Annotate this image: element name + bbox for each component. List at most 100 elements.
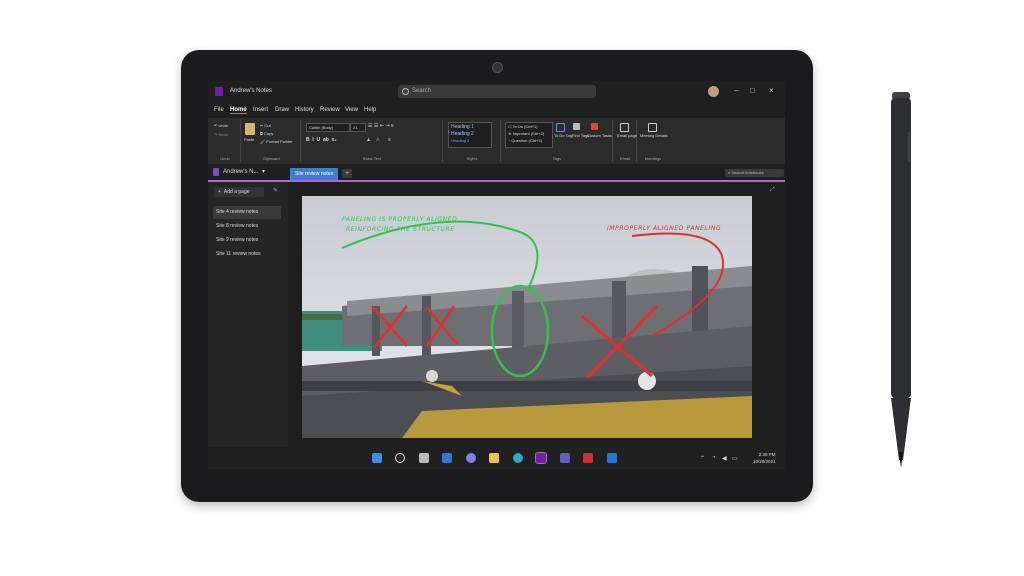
search-icon[interactable]	[395, 453, 405, 463]
meetings-group: Meeting Details Meetings	[638, 120, 668, 162]
tag-todo[interactable]: ☐ To Do (Ctrl+1)	[508, 124, 538, 129]
undo-button[interactable]: ↶ Undo	[214, 123, 228, 128]
undo-group: ↶ Undo ↷ Redo Undo	[210, 120, 241, 162]
minimize-icon[interactable]: –	[734, 87, 738, 95]
onenote-app-icon	[215, 87, 223, 96]
page-item-site-11[interactable]: Site 11 review notes	[213, 248, 281, 261]
styles-group-label: Styles	[466, 156, 478, 161]
task-view-icon[interactable]	[419, 453, 429, 463]
undo-group-label: Undo	[220, 156, 230, 161]
teams-icon[interactable]	[560, 453, 570, 463]
microsoft-store-icon[interactable]	[607, 453, 617, 463]
styles-group: Heading 1 Heading 2 Heading 3 Styles	[444, 120, 501, 162]
file-explorer-icon[interactable]	[489, 453, 499, 463]
heading-1-style[interactable]: Heading 1	[451, 124, 474, 130]
surface-pen	[891, 92, 911, 468]
menu-help[interactable]: Help	[364, 107, 376, 113]
expand-icon[interactable]: ⤢	[770, 187, 775, 194]
onenote-icon[interactable]	[535, 452, 547, 464]
meeting-details-label[interactable]: Meeting Details	[640, 133, 668, 138]
acrobat-icon[interactable]	[583, 453, 593, 463]
list-icons[interactable]: ☰ ☰ ⇤ ⇥ ≡	[368, 123, 394, 129]
font-color-icon[interactable]: A	[376, 137, 379, 143]
heading-2-style[interactable]: Heading 2	[451, 131, 474, 137]
todo-tag-icon[interactable]	[556, 123, 565, 132]
menu-bar: File Home Insert Draw History Review Vie…	[208, 104, 785, 116]
annotation-aligned-line2: reinforcing the structure	[346, 226, 455, 233]
calendar-icon[interactable]	[648, 123, 657, 132]
menu-review[interactable]: Review	[320, 107, 340, 113]
notebook-tab-row: Andrew's N... ▾ Site review notes + ⌕ Se…	[208, 165, 785, 182]
menu-insert[interactable]: Insert	[253, 107, 268, 113]
menu-view[interactable]: View	[345, 107, 358, 113]
basic-text-group: Calibri (Body) 21 ☰ ☰ ⇤ ⇥ ≡ B I U ab x₂ …	[302, 120, 443, 162]
format-painter-button[interactable]: 🖌 Format Painter	[260, 139, 293, 144]
add-section-button[interactable]: +	[342, 169, 352, 178]
email-group: Email page Email	[614, 120, 637, 162]
cut-button[interactable]: ✂ Cut	[260, 123, 271, 128]
tag-todo-label: To Do (Ctrl+1)	[512, 124, 538, 129]
meetings-group-label: Meetings	[644, 156, 662, 161]
tags-group: ☐ To Do (Ctrl+1) ★ Important (Ctrl+2) ? …	[502, 120, 613, 162]
screen: Andrew's Notes Search – □ × File Home In…	[208, 81, 785, 469]
tag-question[interactable]: ? Question (Ctrl+3)	[508, 138, 542, 143]
close-icon[interactable]: ×	[769, 87, 774, 95]
note-canvas[interactable]: ⤢ PANELING IS PROPERLY ALIGNED, REINFORC…	[288, 182, 785, 447]
flag-icon[interactable]	[591, 123, 598, 130]
ribbon: ↶ Undo ↷ Redo Undo Paste ✂ Cut ⧉ Copy 🖌 …	[208, 118, 785, 164]
copy-label: Copy	[263, 131, 274, 136]
battery-icon[interactable]: ▭	[732, 455, 738, 462]
page-item-site-4[interactable]: Site 4 review notes	[213, 206, 281, 219]
windows-start-icon[interactable]	[372, 453, 382, 463]
copy-button[interactable]: ⧉ Copy	[260, 131, 273, 136]
todo-tag-label[interactable]: To Do Tag	[554, 133, 572, 138]
paste-label[interactable]: Paste	[244, 137, 254, 142]
menu-file[interactable]: File	[214, 107, 224, 113]
page-item-site-8[interactable]: Site 8 review notes	[213, 220, 281, 233]
notebook-name[interactable]: Andrew's N...	[223, 169, 259, 175]
tab-site-review-notes[interactable]: Site review notes	[290, 168, 339, 180]
search-notebooks-label: Search notebooks	[731, 170, 764, 175]
menu-draw[interactable]: Draw	[275, 107, 289, 113]
maximize-icon[interactable]: □	[750, 87, 755, 95]
email-icon[interactable]	[620, 123, 629, 132]
add-page-button[interactable]: + Add a page	[214, 187, 264, 197]
volume-icon[interactable]: ◀	[722, 455, 727, 462]
tags-gallery[interactable]: ☐ To Do (Ctrl+1) ★ Important (Ctrl+2) ? …	[505, 122, 553, 148]
format-painter-label: Format Painter	[266, 139, 293, 144]
redo-button[interactable]: ↷ Redo	[214, 132, 228, 137]
edge-icon[interactable]	[513, 453, 523, 463]
chevron-up-icon[interactable]: ⌃	[700, 455, 705, 462]
font-size-select[interactable]: 21	[350, 123, 366, 132]
styles-gallery[interactable]: Heading 1 Heading 2 Heading 3	[448, 122, 492, 148]
annotation-misaligned: Improperly aligned paneling	[607, 225, 722, 232]
title-bar: Andrew's Notes Search – □ ×	[208, 81, 785, 103]
chat-icon[interactable]	[466, 453, 476, 463]
tablet-device: Andrew's Notes Search – □ × File Home In…	[181, 50, 813, 502]
align-icon[interactable]: ≡	[388, 137, 391, 143]
format-icons[interactable]: B I U ab x₂	[306, 137, 337, 143]
avatar[interactable]	[708, 86, 719, 97]
chevron-down-icon[interactable]: ▾	[262, 168, 265, 175]
clock[interactable]: 2:30 PM 10/20/2021	[753, 451, 776, 465]
annotation-aligned-line1: Paneling is properly aligned,	[342, 216, 460, 223]
sort-icon[interactable]: ✎	[273, 188, 279, 194]
search-icon	[402, 88, 409, 95]
wifi-icon[interactable]: ◔	[712, 455, 716, 461]
find-tags-icon[interactable]	[573, 123, 580, 130]
font-name-select[interactable]: Calibri (Body)	[306, 123, 350, 132]
highlight-icon[interactable]: ▲	[366, 137, 371, 143]
search-box[interactable]: Search	[398, 85, 596, 98]
clipboard-group: Paste ✂ Cut ⧉ Copy 🖌 Format Painter Clip…	[242, 120, 301, 162]
tags-group-label: Tags	[552, 156, 562, 161]
page-item-site-9[interactable]: Site 9 review notes	[213, 234, 281, 247]
tag-important[interactable]: ★ Important (Ctrl+2)	[508, 131, 544, 136]
widgets-icon[interactable]	[442, 453, 452, 463]
menu-home[interactable]: Home	[230, 107, 247, 114]
custom-tags-label[interactable]: Custom Tasks	[587, 133, 612, 138]
menu-history[interactable]: History	[295, 107, 314, 113]
search-notebooks-input[interactable]: ⌕ Search notebooks	[725, 169, 784, 177]
paste-icon[interactable]	[245, 123, 255, 135]
heading-3-style[interactable]: Heading 3	[451, 138, 469, 143]
email-page-label[interactable]: Email page	[617, 133, 637, 138]
